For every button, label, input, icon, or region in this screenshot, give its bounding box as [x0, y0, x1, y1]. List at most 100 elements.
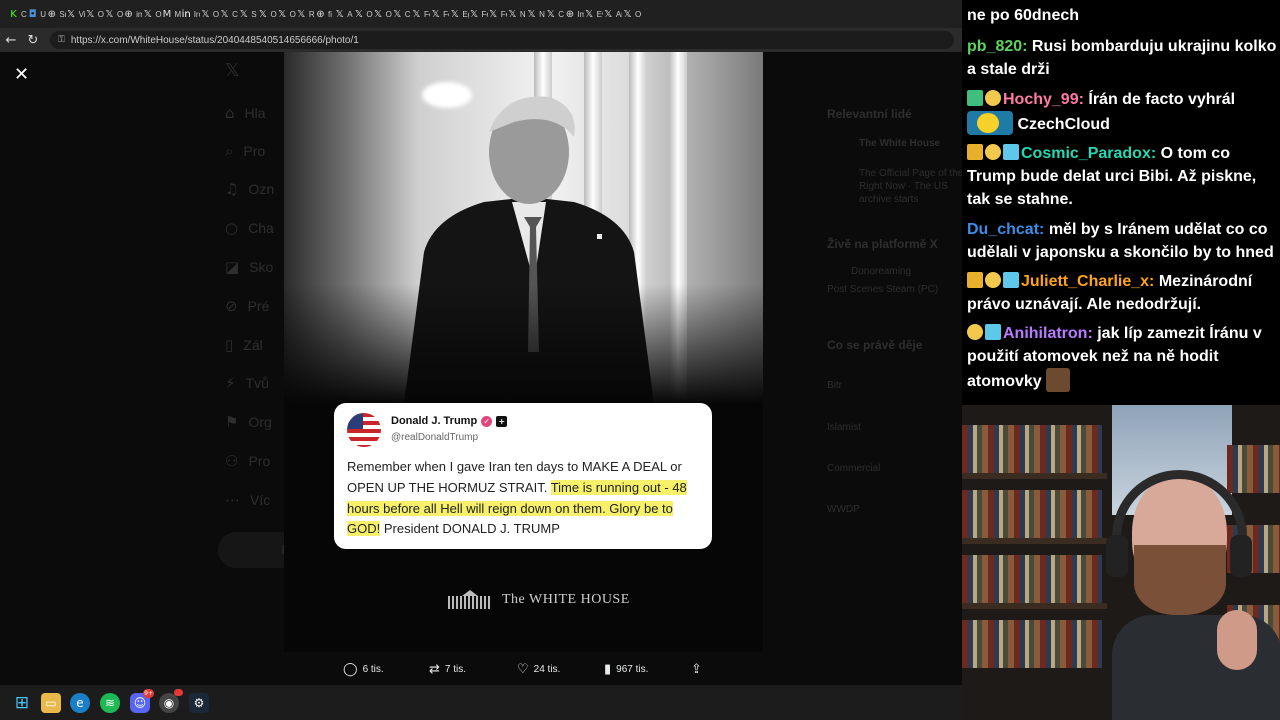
- browser-tab[interactable]: 𝕏Cl: [219, 0, 239, 28]
- browser-tab[interactable]: 𝕏Eg: [449, 0, 469, 28]
- tab-title: N: [539, 9, 545, 19]
- browser-tab[interactable]: 𝕏O:: [85, 0, 104, 28]
- browser-tab[interactable]: inIrc: [181, 0, 200, 28]
- bg-nav-home: ⌂ Hla: [225, 104, 266, 122]
- browser-tab[interactable]: 𝕏Fe: [430, 0, 450, 28]
- tab-favicon-icon: 𝕏: [220, 8, 229, 20]
- browser-tab[interactable]: MM: [162, 0, 181, 28]
- tab-favicon-icon: 𝕏: [604, 8, 613, 20]
- browser-tab[interactable]: 𝕏Ar: [603, 0, 622, 28]
- chat-message: pb_820: Rusi bombarduju ukrajinu kolko a…: [967, 38, 1277, 78]
- subscriber-badge-icon: [967, 90, 983, 106]
- browser-tab[interactable]: 𝕏O:: [257, 0, 277, 28]
- tab-favicon-icon: ⊕: [565, 8, 575, 20]
- tab-favicon-icon: 𝕏: [585, 8, 594, 20]
- browser-tab[interactable]: 𝕏Ev: [584, 0, 603, 28]
- tab-favicon-icon: in: [181, 8, 191, 20]
- edge-browser-icon[interactable]: e: [70, 693, 90, 713]
- browser-tab[interactable]: ⊕ Im: [564, 0, 584, 28]
- chat-message: ne po 60dnech: [967, 7, 1080, 24]
- browser-tab[interactable]: 𝕏O: [104, 0, 123, 28]
- browser-tab[interactable]: 𝕏Fe: [488, 0, 507, 28]
- browser-tab[interactable]: 𝕏O:: [353, 0, 373, 28]
- browser-tab[interactable]: 𝕏Cl: [392, 0, 411, 28]
- browser-tab[interactable]: ◘Us: [27, 0, 47, 28]
- browser-tab[interactable]: KCz: [8, 0, 27, 28]
- tab-favicon-icon: 𝕏: [297, 8, 306, 20]
- bg-nav-more: ⋯ Víc: [225, 491, 271, 509]
- tab-favicon-icon: 𝕏: [67, 8, 76, 20]
- bg-nav-explore: ⌕ Pro: [225, 142, 266, 160]
- browser-tab[interactable]: 𝕏O:: [373, 0, 392, 28]
- close-icon[interactable]: ✕: [14, 64, 29, 85]
- clap-badge-icon: [985, 272, 1001, 288]
- browser-tab[interactable]: 𝕏N: [526, 0, 545, 28]
- browser-tab[interactable]: 𝕏O:: [142, 0, 162, 28]
- share-button[interactable]: ⇪: [691, 662, 702, 677]
- tab-favicon-icon: 𝕏: [239, 8, 248, 20]
- repost-button[interactable]: ⇄ 7 tis.: [429, 662, 466, 677]
- clap-badge-icon: [967, 324, 983, 340]
- tab-favicon-icon: 𝕏: [86, 8, 95, 20]
- bg-nav-premium: ⊘ Pré: [225, 297, 270, 315]
- browser-tab[interactable]: 𝕏Fe: [411, 0, 430, 28]
- bg-live-user: Donoreaming: [851, 266, 912, 277]
- bg-relevant-bio-2: Right Now · The US: [859, 181, 948, 192]
- portrait-photo: [284, 52, 763, 404]
- bg-trend-3: Commercial: [827, 463, 881, 474]
- cube-badge-icon: [1003, 272, 1019, 288]
- browser-tab[interactable]: 𝕏O:: [200, 0, 219, 28]
- tab-favicon-icon: 𝕏: [201, 8, 210, 20]
- chat-username: Du_chcat:: [967, 221, 1045, 238]
- tab-favicon-icon: K: [10, 8, 17, 20]
- browser-tab[interactable]: 𝕏Cl: [545, 0, 565, 28]
- tab-favicon-icon: 𝕏: [546, 8, 555, 20]
- taskbar: ⊞ ▭ e ≋ ☺ 9+ ◉ ⚙: [0, 685, 962, 720]
- x-page: 𝕏 ⌂ Hla ⌕ Pro ♫ Ozn ○ Cha ◪ Sko ⊘ Pré ▯ Zál ⚡ Tv…: [0, 52, 962, 685]
- author-handle: @realDonaldTrump: [391, 432, 479, 443]
- browser-tab[interactable]: 𝕏O:: [277, 0, 296, 28]
- back-arrow-icon[interactable]: ←: [0, 33, 22, 48]
- windows-start-icon[interactable]: ⊞: [12, 693, 32, 713]
- browser-tab[interactable]: 𝕏O: [622, 0, 641, 28]
- browser-tab[interactable]: ⊕ fi: [315, 0, 334, 28]
- reply-button[interactable]: ◯ 6 tis.: [343, 662, 384, 677]
- avatar: [347, 413, 381, 447]
- tab-favicon-icon: M: [162, 8, 172, 20]
- like-button[interactable]: ♡ 24 tis.: [517, 662, 560, 677]
- address-bar[interactable]: ⚿ https://x.com/WhiteHouse/status/204044…: [50, 31, 954, 49]
- bg-trend-4: WWDP: [827, 504, 860, 515]
- steam-icon[interactable]: ⚙: [189, 693, 209, 713]
- obs-icon[interactable]: ◉: [159, 689, 183, 713]
- browser-tab[interactable]: 𝕏 Vi: [66, 0, 85, 28]
- site-info-icon[interactable]: ⚿: [58, 35, 65, 45]
- clap-badge-icon: [985, 144, 1001, 160]
- browser-tab[interactable]: 𝕏Al: [334, 0, 354, 28]
- chat-username: pb_820:: [967, 38, 1028, 55]
- tab-favicon-icon: 𝕏: [278, 8, 287, 20]
- affiliation-badge-icon: +: [496, 415, 508, 427]
- clap-badge-icon: [985, 90, 1001, 106]
- browser-tab[interactable]: 𝕏N: [507, 0, 526, 28]
- tab-favicon-icon: ⊕: [47, 8, 57, 20]
- browser-tab[interactable]: ⊕Sn: [46, 0, 66, 28]
- reply-icon: ◯: [343, 661, 358, 677]
- views-button[interactable]: ▮ 967 tis.: [604, 662, 648, 677]
- chat-message: Juliett_Charlie_x: Mezinárodní právo uzn…: [967, 272, 1253, 313]
- browser-tab[interactable]: 𝕏Fe: [469, 0, 488, 28]
- browser-tab[interactable]: 𝕏St: [238, 0, 258, 28]
- cube-badge-icon: [985, 324, 1001, 340]
- file-explorer-icon[interactable]: ▭: [41, 693, 61, 713]
- browser-tab[interactable]: 𝕏Re: [296, 0, 315, 28]
- crown-badge-icon: [967, 144, 983, 160]
- browser-tab[interactable]: ⊕ im: [123, 0, 142, 28]
- tab-favicon-icon: ◘: [28, 8, 37, 20]
- spotify-icon[interactable]: ≋: [100, 693, 120, 713]
- chat-message: Anihilatron: jak líp zamezit Íránu v pou…: [967, 324, 1262, 392]
- discord-icon[interactable]: ☺ 9+: [130, 689, 154, 713]
- reload-icon[interactable]: ↻: [22, 33, 44, 48]
- heart-icon: ♡: [517, 661, 529, 677]
- tab-favicon-icon: 𝕏: [393, 8, 402, 20]
- stream-chat: ne po 60dnech pb_820: Rusi bombarduju uk…: [962, 0, 1280, 405]
- tweet-text: Remember when I gave Iran ten days to MA…: [347, 459, 687, 537]
